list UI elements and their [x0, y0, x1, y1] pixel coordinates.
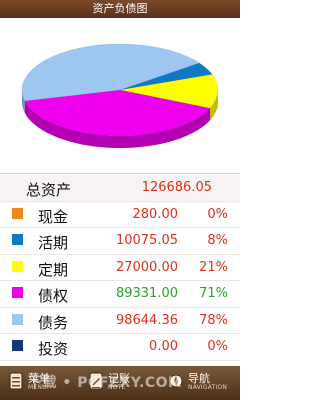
navigation-icon — [169, 374, 183, 388]
row-value: 98644.36 — [115, 312, 178, 328]
navigation-button[interactable]: 导航 NAVIGATION — [160, 366, 240, 400]
legend-swatch — [12, 287, 23, 298]
legend-swatch — [12, 234, 23, 245]
table-row[interactable]: 投资 0.00 0% — [0, 334, 240, 361]
legend-swatch — [12, 340, 23, 351]
row-value: 0.00 — [149, 339, 178, 354]
row-name: 定期 — [38, 260, 69, 279]
row-percent: 8% — [207, 233, 228, 248]
table-row[interactable]: 现金 280.00 0% — [0, 201, 240, 228]
row-name: 债权 — [38, 287, 69, 305]
total-value: 126686.05 — [141, 180, 212, 195]
total-row: 总资产 126686.05 — [0, 175, 240, 202]
navigation-sub-label: NAVIGATION — [188, 384, 228, 391]
row-value: 10075.05 — [115, 233, 178, 248]
note-icon — [89, 372, 103, 390]
table-row[interactable]: 债权 89331.00 71% — [0, 281, 240, 308]
row-name: 债务 — [38, 313, 69, 332]
row-percent: 0% — [207, 206, 228, 222]
row-value: 27000.00 — [115, 259, 178, 275]
legend-swatch — [12, 313, 23, 325]
menu-icon — [9, 372, 23, 390]
table-row[interactable]: 债务 98644.36 78% — [0, 307, 240, 334]
row-name: 现金 — [38, 207, 69, 226]
table-row[interactable]: 活期 10075.05 8% — [0, 228, 240, 255]
row-value: 89331.00 — [115, 286, 178, 301]
pie-chart-svg — [21, 43, 219, 149]
row-name: 投资 — [38, 340, 69, 358]
asset-table: 总资产 126686.05 现金 280.00 0% 活期 10075.05 8… — [0, 175, 240, 361]
row-value: 280.00 — [132, 206, 179, 222]
bottom-toolbar: 菜单 MENU 记账 NOTE 导航 NAVIGATION 下载 • PCFZX… — [0, 366, 240, 400]
row-percent: 21% — [199, 259, 228, 275]
pie-chart — [0, 18, 240, 173]
legend-swatch — [12, 207, 23, 219]
row-name: 活期 — [38, 234, 69, 252]
row-percent: 0% — [207, 339, 228, 354]
menu-button[interactable]: 菜单 MENU — [0, 366, 80, 400]
menu-sub-label: MENU — [28, 384, 47, 391]
note-sub-label: NOTE — [108, 384, 126, 391]
note-button[interactable]: 记账 NOTE — [80, 366, 160, 400]
table-row[interactable]: 定期 27000.00 21% — [0, 254, 240, 281]
page-title: 资产负债图 — [0, 0, 240, 18]
row-percent: 78% — [199, 312, 228, 328]
row-percent: 71% — [199, 286, 228, 301]
divider — [0, 173, 240, 174]
total-label: 总资产 — [26, 181, 72, 199]
legend-swatch — [12, 260, 23, 272]
